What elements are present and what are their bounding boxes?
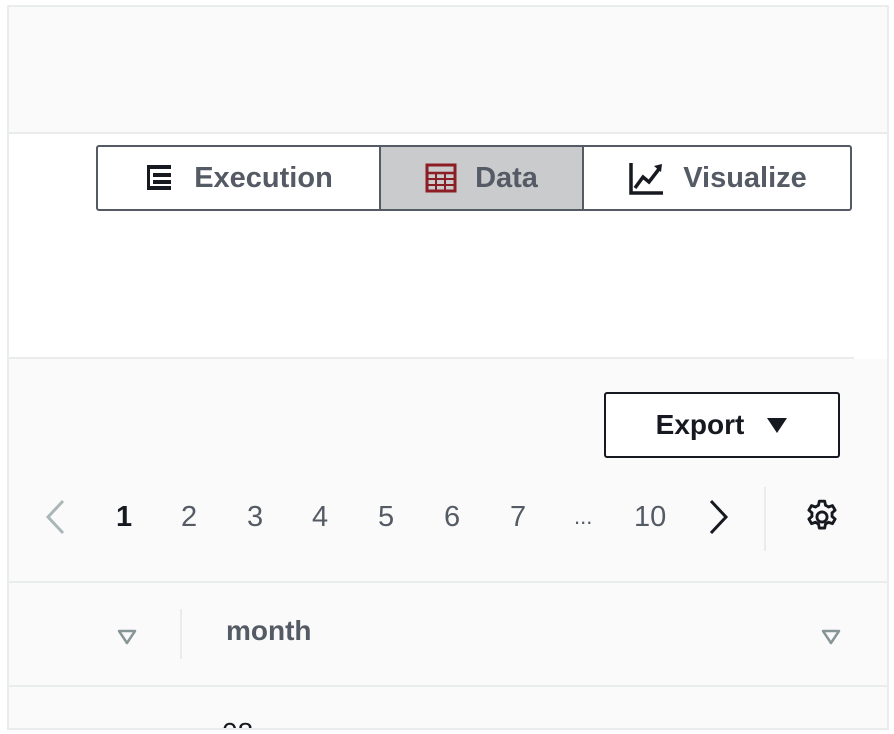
execution-tab-label: Execution (194, 161, 333, 194)
data-tab-label: Data (475, 161, 538, 194)
results-table-area: Export 1 2 3 4 5 6 7 ... 10 month (9, 359, 887, 728)
export-button-label: Export (655, 409, 745, 440)
view-switcher: Execution Data Visualize (96, 145, 852, 211)
page-1[interactable]: 1 (116, 497, 132, 537)
page-3[interactable]: 3 (247, 497, 263, 537)
export-button[interactable]: Export (604, 392, 840, 458)
visualize-tab[interactable]: Visualize (584, 147, 850, 209)
table-grid-icon (425, 163, 457, 193)
column-divider[interactable] (180, 609, 182, 659)
filter-triangle-icon[interactable] (821, 629, 841, 645)
page-5[interactable]: 5 (378, 497, 394, 537)
line-chart-icon (629, 163, 664, 195)
view-switcher-area: Execution Data Visualize (9, 134, 887, 359)
execution-tab[interactable]: Execution (98, 147, 381, 209)
top-band (9, 7, 887, 134)
page-6[interactable]: 6 (444, 497, 460, 537)
next-page-button[interactable] (705, 495, 733, 539)
column-header-month[interactable]: month (226, 615, 312, 647)
query-results-panel: Execution Data Visualize Export 1 2 3 4 … (7, 5, 889, 730)
caret-down-icon (767, 418, 788, 433)
table-cell-month: 08 (222, 717, 253, 728)
page-ellipsis: ... (574, 504, 593, 529)
page-4[interactable]: 4 (312, 497, 328, 537)
chevron-right-icon (709, 499, 729, 535)
gear-icon (807, 499, 837, 530)
page-7[interactable]: 7 (510, 497, 526, 537)
page-2[interactable]: 2 (181, 497, 197, 537)
visualize-tab-label: Visualize (683, 161, 807, 194)
pagination-separator (764, 487, 766, 551)
preferences-button[interactable] (803, 498, 841, 536)
execution-list-icon (147, 165, 172, 190)
page-10[interactable]: 10 (634, 497, 666, 537)
chevron-left-icon (45, 499, 65, 535)
table-header-row: month (9, 581, 887, 687)
filter-triangle-icon[interactable] (117, 629, 137, 645)
pagination: 1 2 3 4 5 6 7 ... 10 (41, 487, 841, 551)
data-tab[interactable]: Data (381, 147, 584, 209)
previous-page-button[interactable] (41, 495, 69, 539)
